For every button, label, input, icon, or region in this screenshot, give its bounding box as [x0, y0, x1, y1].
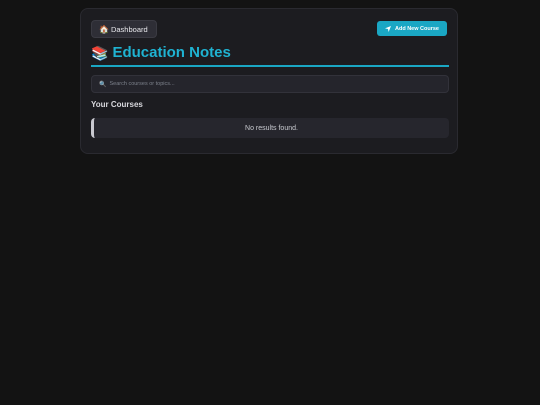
search-bar[interactable]: 🔍	[91, 75, 449, 93]
search-input[interactable]	[109, 81, 440, 87]
dashboard-button[interactable]: 🏠 Dashboard	[91, 20, 157, 38]
title-underline	[91, 65, 449, 67]
add-new-course-label: Add New Course	[394, 25, 439, 32]
page-title-text: Education Notes	[112, 44, 231, 61]
add-new-course-button[interactable]: Add New Course	[376, 21, 447, 36]
empty-results-message: No results found.	[91, 118, 449, 138]
main-panel: 🏠 Dashboard Add New Course 📚 Education N…	[80, 8, 458, 154]
home-icon: 🏠	[99, 24, 109, 34]
your-courses-heading: Your Courses	[91, 100, 143, 109]
send-arrow-icon	[384, 25, 391, 32]
page-title: 📚 Education Notes	[91, 44, 231, 62]
dashboard-button-label: Dashboard	[110, 24, 148, 34]
search-icon: 🔍	[99, 81, 107, 88]
books-icon: 📚	[91, 45, 109, 61]
